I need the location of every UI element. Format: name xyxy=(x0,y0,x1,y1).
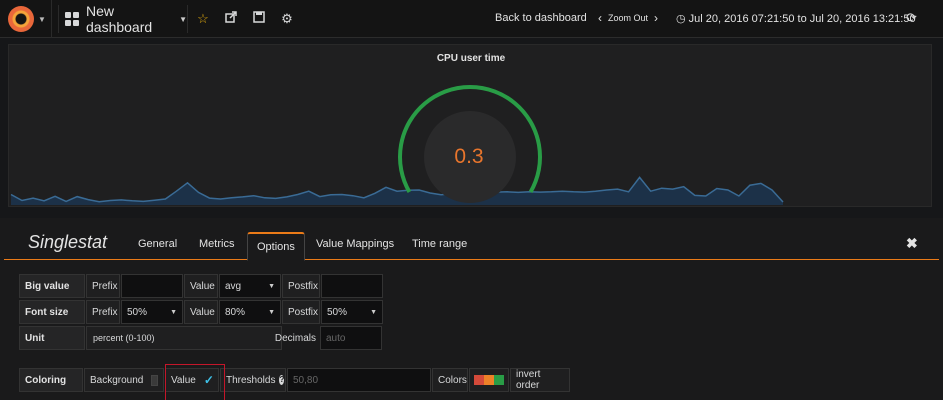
caret-down-icon: ▼ xyxy=(170,308,177,316)
prefix-size-text: 50% xyxy=(127,306,148,318)
prefix-size-select[interactable]: 50% ▼ xyxy=(121,300,183,324)
value-size-select[interactable]: 80% ▼ xyxy=(219,300,281,324)
thresholds-label-cell: Thresholds? xyxy=(220,368,286,392)
postfix-size-text: 50% xyxy=(327,306,348,318)
background-label: Background xyxy=(90,374,144,386)
value-size-text: 80% xyxy=(225,306,246,318)
top-navbar: ▼ New dashboard ▼ ☆ ⚙ Back to dashboard … xyxy=(0,0,943,38)
colors-label: Colors xyxy=(432,368,468,392)
font-size-label: Font size xyxy=(19,300,85,324)
postfix-size-select[interactable]: 50% ▼ xyxy=(321,300,383,324)
postfix-input[interactable] xyxy=(321,274,383,298)
save-icon[interactable] xyxy=(250,10,268,28)
back-to-dashboard-link[interactable]: Back to dashboard xyxy=(495,12,587,24)
unit-picker[interactable]: percent (0-100) xyxy=(86,326,282,350)
gear-icon[interactable]: ⚙ xyxy=(278,10,296,28)
tab-time-range[interactable]: Time range xyxy=(412,238,467,250)
editor-header: Singlestat General Metrics Options Value… xyxy=(4,218,939,261)
caret-down-icon: ▼ xyxy=(268,282,275,290)
thresholds-input[interactable]: 50,80 xyxy=(287,368,431,392)
color-swatches[interactable] xyxy=(469,368,509,392)
tab-metrics[interactable]: Metrics xyxy=(199,238,234,250)
editor-title: Singlestat xyxy=(28,232,108,252)
postfix-size-label: Postfix xyxy=(282,300,320,324)
chevron-left-icon[interactable]: ‹ xyxy=(592,11,608,25)
clock-icon: ◷ xyxy=(676,13,689,25)
caret-down-icon: ▼ xyxy=(370,308,377,316)
unit-label: Unit xyxy=(19,326,85,350)
value-label: Value xyxy=(184,274,218,298)
star-icon[interactable]: ☆ xyxy=(194,10,212,28)
tab-value-mappings[interactable]: Value Mappings xyxy=(316,238,394,250)
color-swatch-red[interactable] xyxy=(474,375,484,385)
postfix-label: Postfix xyxy=(282,274,320,298)
thresholds-placeholder: 50,80 xyxy=(293,374,319,386)
prefix-size-label: Prefix xyxy=(86,300,120,324)
tab-general[interactable]: General xyxy=(138,238,177,250)
share-icon[interactable] xyxy=(222,10,240,28)
time-range-picker[interactable]: ◷ Jul 20, 2016 07:21:50 to Jul 20, 2016 … xyxy=(676,12,916,25)
big-value-row: Big value Prefix Value avg ▼ Postfix xyxy=(19,274,384,300)
invert-order-button[interactable]: invert order xyxy=(510,368,570,392)
decimals-label: Decimals xyxy=(274,332,316,344)
value-option-highlight xyxy=(165,364,225,400)
close-editor-icon[interactable]: ✖ xyxy=(906,235,918,252)
background-checkbox[interactable]: Background xyxy=(84,368,164,392)
question-icon[interactable]: ? xyxy=(279,375,285,385)
value-stat-select[interactable]: avg ▼ xyxy=(219,274,281,298)
decimals-input[interactable]: auto xyxy=(320,326,382,350)
font-size-row: Font size Prefix 50% ▼ Value 80% ▼ Postfix… xyxy=(19,300,384,326)
coloring-label: Coloring xyxy=(19,368,83,392)
coloring-row: Coloring Background Value ✓ Thresholds? 5… xyxy=(19,368,571,394)
unchecked-box-icon xyxy=(151,374,158,386)
dashboard-grid-icon xyxy=(65,12,79,26)
unit-row: Unit percent (0-100) Decimals auto xyxy=(19,326,383,352)
color-swatch-orange[interactable] xyxy=(484,375,494,385)
dashboard-title: New dashboard xyxy=(86,3,153,35)
dashboard-picker-button[interactable]: New dashboard ▼ xyxy=(58,3,188,35)
singlestat-panel[interactable]: CPU user time 0.3 xyxy=(8,44,932,207)
prefix-input[interactable] xyxy=(121,274,183,298)
tab-options[interactable]: Options xyxy=(247,232,305,261)
decimals-placeholder: auto xyxy=(326,332,346,344)
zoom-controls: ‹ Zoom Out › xyxy=(592,11,664,25)
gauge-value: 0.3 xyxy=(454,145,484,168)
time-range-text: Jul 20, 2016 07:21:50 to Jul 20, 2016 13… xyxy=(688,13,916,25)
color-swatch-group xyxy=(474,375,504,385)
prefix-label: Prefix xyxy=(86,274,120,298)
big-value-label: Big value xyxy=(19,274,85,298)
panel-graphics xyxy=(10,85,784,205)
color-swatch-green[interactable] xyxy=(494,375,504,385)
grafana-menu-button[interactable]: ▼ xyxy=(0,0,52,38)
zoom-out-button[interactable]: Zoom Out xyxy=(608,13,648,23)
value-stat-text: avg xyxy=(225,280,242,292)
refresh-icon[interactable]: ⟳ xyxy=(906,10,917,26)
grafana-logo-icon xyxy=(8,6,34,32)
chevron-right-icon[interactable]: › xyxy=(648,11,664,25)
caret-down-icon: ▼ xyxy=(268,308,275,316)
value-size-label: Value xyxy=(184,300,218,324)
thresholds-label: Thresholds xyxy=(226,374,276,386)
caret-down-icon: ▼ xyxy=(38,14,46,24)
caret-down-icon: ▼ xyxy=(179,14,187,24)
